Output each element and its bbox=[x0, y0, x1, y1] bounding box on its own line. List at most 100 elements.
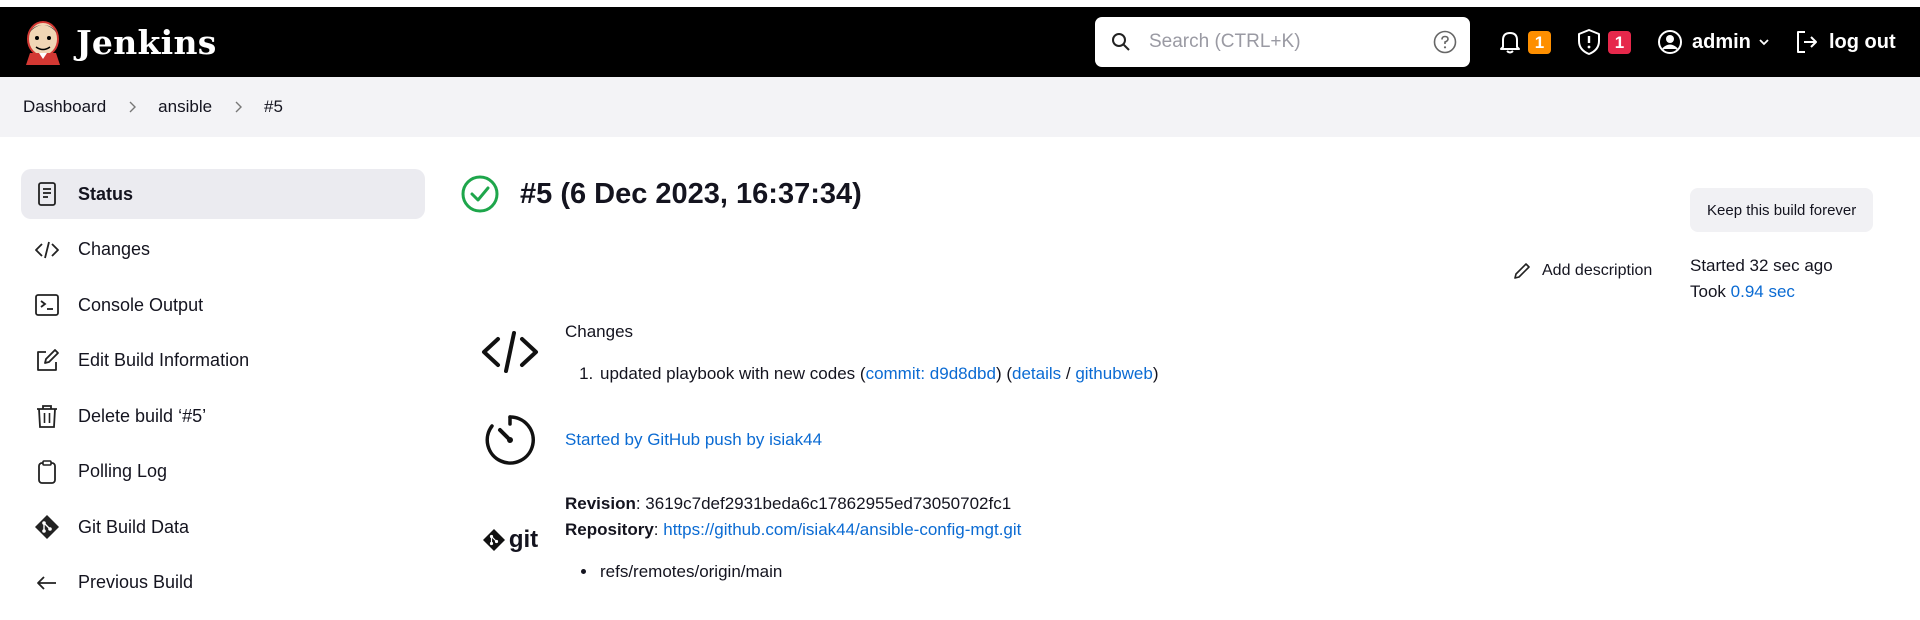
trigger-body: Started by GitHub push by isiak44 bbox=[565, 427, 822, 453]
notifications-button[interactable]: 1 bbox=[1498, 7, 1551, 77]
repository-sep: : bbox=[653, 520, 664, 539]
sidebar-item-console-output[interactable]: Console Output bbox=[21, 280, 425, 330]
search-icon bbox=[1112, 33, 1130, 51]
bell-icon bbox=[1500, 32, 1520, 54]
changes-list: updated playbook with new codes (commit:… bbox=[598, 361, 1159, 387]
code-icon bbox=[35, 241, 59, 258]
trash-icon bbox=[37, 405, 57, 428]
git-section: git Revision: 3619c7def2931beda6c1786295… bbox=[480, 491, 1480, 585]
logout-icon bbox=[1797, 31, 1817, 53]
git-logo-wrap: git bbox=[480, 491, 540, 585]
git-icon bbox=[35, 515, 59, 539]
sidebar-item-label: Polling Log bbox=[78, 461, 168, 481]
trigger-link[interactable]: Started by GitHub push by isiak44 bbox=[565, 430, 822, 449]
started-text: Started 32 sec ago bbox=[1690, 256, 1833, 275]
help-icon[interactable] bbox=[1433, 30, 1457, 54]
page-header: Jenkins 1 1 ad bbox=[0, 7, 1920, 77]
sidebar-item-previous-build[interactable]: Previous Build bbox=[21, 558, 425, 608]
chevron-right-icon bbox=[235, 101, 243, 113]
clipboard-icon bbox=[38, 459, 56, 484]
code-icon bbox=[482, 331, 538, 373]
logout-label: log out bbox=[1829, 30, 1896, 53]
trigger-section: Started by GitHub push by isiak44 bbox=[480, 413, 1480, 467]
terminal-icon bbox=[35, 294, 59, 316]
search-input[interactable] bbox=[1149, 31, 1429, 53]
brand-name: Jenkins bbox=[76, 22, 217, 62]
user-name: admin bbox=[1692, 30, 1751, 53]
chevron-right-icon bbox=[129, 101, 137, 113]
page-title: #5 (6 Dec 2023, 16:37:34) bbox=[520, 177, 862, 210]
timer-icon bbox=[485, 415, 535, 465]
document-icon bbox=[38, 182, 56, 206]
build-title-row: #5 (6 Dec 2023, 16:37:34) bbox=[460, 174, 862, 214]
took-prefix: Took bbox=[1690, 282, 1731, 301]
githubweb-link[interactable]: githubweb bbox=[1075, 364, 1153, 383]
sidebar-item-changes[interactable]: Changes bbox=[21, 225, 425, 275]
repository-line: Repository: https://github.com/isiak44/a… bbox=[565, 517, 1021, 543]
revision-label: Revision bbox=[565, 494, 636, 513]
change-message: updated playbook with new codes ( bbox=[600, 364, 866, 383]
sidebar-item-status[interactable]: Status bbox=[21, 169, 425, 219]
git-logo: git bbox=[482, 495, 538, 585]
breadcrumb-build[interactable]: #5 bbox=[264, 97, 283, 117]
git-body: Revision: 3619c7def2931beda6c17862955ed7… bbox=[565, 491, 1021, 585]
git-diamond-icon bbox=[482, 529, 505, 551]
breadcrumb: Dashboard ansible #5 bbox=[0, 77, 1920, 137]
sidebar: Status Changes Console Output Edit Build… bbox=[21, 169, 425, 613]
revision-line: Revision: 3619c7def2931beda6c17862955ed7… bbox=[565, 491, 1021, 517]
edit-icon bbox=[37, 348, 59, 371]
revision-value: : 3619c7def2931beda6c17862955ed73050702f… bbox=[635, 494, 1012, 513]
took-duration-link[interactable]: 0.94 sec bbox=[1731, 282, 1795, 301]
sidebar-item-git-build-data[interactable]: Git Build Data bbox=[21, 502, 425, 552]
sidebar-item-delete-build[interactable]: Delete build ‘#5’ bbox=[21, 391, 425, 441]
sidebar-item-label: Git Build Data bbox=[78, 516, 190, 537]
notifications-badge: 1 bbox=[1528, 30, 1551, 54]
changes-heading: Changes bbox=[565, 322, 634, 341]
top-strip bbox=[0, 0, 1920, 7]
changes-icon-wrap bbox=[480, 319, 540, 413]
changes-body: Changes updated playbook with new codes … bbox=[565, 319, 1159, 413]
sidebar-item-label: Delete build ‘#5’ bbox=[78, 405, 207, 426]
shield-alert-icon bbox=[1578, 29, 1600, 55]
list-item: updated playbook with new codes (commit:… bbox=[598, 361, 1159, 387]
change-punct: ) bbox=[1152, 364, 1159, 383]
jenkins-logo-icon bbox=[26, 21, 60, 65]
took-text: Took 0.94 sec bbox=[1690, 279, 1833, 305]
add-description-link[interactable]: Add description bbox=[1512, 261, 1652, 281]
pencil-icon bbox=[1514, 263, 1530, 279]
arrow-left-icon bbox=[37, 575, 56, 590]
build-timing: Started 32 sec ago Took 0.94 sec bbox=[1690, 253, 1833, 305]
sidebar-item-label: Changes bbox=[78, 239, 151, 259]
search-box bbox=[1095, 17, 1470, 67]
add-description-label: Add description bbox=[1542, 262, 1653, 279]
build-summary: Changes updated playbook with new codes … bbox=[480, 319, 1480, 585]
git-logo-text: git bbox=[508, 526, 539, 553]
list-item: refs/remotes/origin/main bbox=[598, 559, 1021, 585]
user-menu[interactable]: admin bbox=[1657, 7, 1771, 77]
sidebar-item-label: Edit Build Information bbox=[78, 350, 250, 370]
sidebar-item-edit-build-information[interactable]: Edit Build Information bbox=[21, 336, 425, 386]
breadcrumb-job[interactable]: ansible bbox=[158, 97, 212, 117]
details-link[interactable]: details bbox=[1012, 364, 1061, 383]
sidebar-item-label: Console Output bbox=[78, 294, 204, 315]
branch-list: refs/remotes/origin/main bbox=[598, 559, 1021, 585]
security-button[interactable]: 1 bbox=[1576, 7, 1631, 77]
sidebar-item-label: Status bbox=[78, 183, 134, 204]
sidebar-item-label: Previous Build bbox=[78, 572, 194, 592]
repository-link[interactable]: https://github.com/isiak44/ansible-confi… bbox=[663, 520, 1021, 539]
success-check-icon bbox=[461, 175, 499, 213]
chevron-down-icon bbox=[1759, 39, 1769, 46]
breadcrumb-dashboard[interactable]: Dashboard bbox=[23, 97, 106, 117]
changes-section: Changes updated playbook with new codes … bbox=[480, 319, 1480, 413]
change-punct: ) ( bbox=[995, 364, 1013, 383]
logout-button[interactable]: log out bbox=[1794, 7, 1896, 77]
sidebar-item-polling-log[interactable]: Polling Log bbox=[21, 447, 425, 497]
security-badge: 1 bbox=[1608, 30, 1631, 54]
jenkins-home-link[interactable]: Jenkins bbox=[22, 19, 217, 65]
trigger-icon-wrap bbox=[480, 413, 540, 467]
user-icon bbox=[1658, 30, 1682, 54]
change-punct: / bbox=[1061, 364, 1076, 383]
keep-build-forever-button[interactable]: Keep this build forever bbox=[1690, 188, 1874, 232]
repository-label: Repository bbox=[565, 520, 654, 539]
commit-link[interactable]: commit: d9d8dbd bbox=[866, 364, 996, 383]
